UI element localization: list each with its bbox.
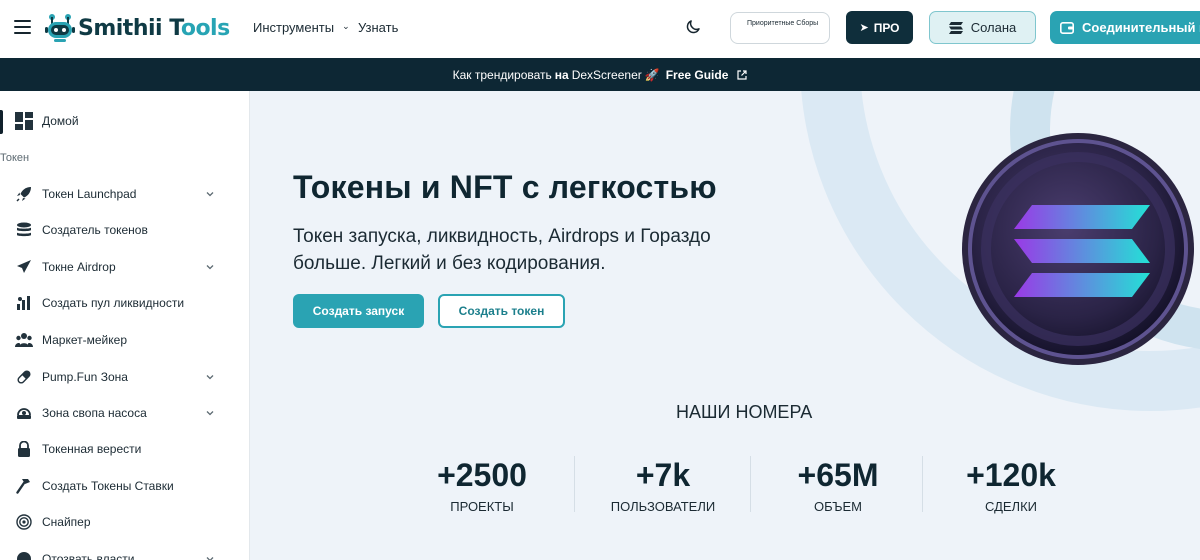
sidebar-item-label: Pump.Fun Зона [42,370,128,384]
dashboard-icon [14,111,34,131]
sidebar-item-label: Домой [42,114,79,128]
hammer-icon [14,476,34,496]
network-button[interactable]: Солана [929,11,1036,44]
promo-banner[interactable]: Как трендировать на DexScreener 🚀 Free G… [0,58,1200,91]
sidebar-item-revoke[interactable]: Отозвать власти [0,544,249,560]
sidebar-item-airdrop[interactable]: Токне Airdrop [0,252,249,282]
users-icon [14,330,34,350]
lock-icon [14,439,34,459]
chevron-down-icon [206,192,214,197]
sidebar-item-sniper[interactable]: Снайпер [0,507,249,537]
nav-tools-label: Инструменты [253,20,335,35]
pill-icon [14,367,34,387]
logo[interactable]: Smithii Tools [44,12,230,44]
sidebar-item-liquidity-pool[interactable]: Создать пул ликвидности [0,288,249,318]
priority-fees-button[interactable]: Приоритетные Сборы [730,12,830,44]
sidebar: Домой Токен Токен Launchpad Создатель то… [0,91,250,560]
banner-guide: Free Guide [665,67,729,82]
solana-coin-illustration [962,133,1194,365]
stat-value: +7k [635,457,691,493]
connect-wallet-label: Соединительный кошелек [1082,20,1200,35]
chevron-down-icon [206,375,214,380]
top-header: Smithii Tools Инструменты ⌄ Узнать Приор… [0,0,1200,58]
sidebar-item-label: Отозвать власти [42,552,135,560]
create-token-button[interactable]: Создать токен [438,294,565,328]
sidebar-item-launchpad[interactable]: Токен Launchpad [0,179,249,209]
chevron-down-icon [206,265,214,270]
sidebar-item-label: Зона свопа насоса [42,406,147,420]
stat-value: +120k [966,457,1056,493]
pro-label: ПРО [873,20,900,35]
stats-title: НАШИ НОМЕРА [676,402,813,422]
stat-label: ОБЪЕМ [813,499,862,514]
sidebar-item-pumpfun[interactable]: Pump.Fun Зона [0,362,249,392]
sidebar-item-label: Снайпер [42,515,91,529]
sidebar-item-label: Создать Токены Ставки [42,479,174,493]
sidebar-item-label: Токенная верести [42,442,142,456]
hero-subtitle: Токен запуска, ликвидность, Airdrops и Г… [293,226,711,274]
chevron-down-icon [206,411,214,416]
sidebar-item-label: Токен Launchpad [42,187,137,201]
menu-icon[interactable] [14,20,31,34]
sidebar-item-staking[interactable]: Создать Токены Ставки [0,471,249,501]
nav-learn-label: Узнать [358,20,399,35]
nav-learn[interactable]: Узнать [358,20,398,35]
solana-icon [948,21,963,34]
revoke-icon [14,549,34,560]
pro-button[interactable]: ➤ ПРО [846,11,913,44]
create-launch-button[interactable]: Создать запуск [293,294,424,328]
chevron-down-icon [206,557,214,560]
hero-title: Токены и NFT с легкостью [293,169,717,205]
stat-trades: +120k СДЕЛКИ [926,457,1096,514]
stat-label: ПРОЕКТЫ [450,499,514,514]
chevron-down-icon: ⌄ [342,21,350,31]
banner-name: DexScreener [571,67,642,82]
stat-value: +65M [797,457,879,493]
swap-zone-icon [14,403,34,423]
coins-stack-icon [14,220,34,240]
paper-plane-icon [14,257,34,277]
sidebar-item-home[interactable]: Домой [0,106,249,136]
stat-label: ПОЛЬЗОВАТЕЛИ [610,499,716,514]
stat-users: +7k ПОЛЬЗОВАТЕЛИ [578,457,748,514]
banner-on: на [554,67,569,82]
sidebar-item-label: Маркет-мейкер [42,333,127,347]
rocket-icon: 🚀 [644,67,660,82]
sidebar-item-market-maker[interactable]: Маркет-мейкер [0,325,249,355]
network-label: Солана [970,20,1017,35]
sidebar-item-pump-swap[interactable]: Зона свопа насоса [0,398,249,428]
stat-volume: +65M ОБЪЕМ [753,457,923,514]
bar-chart-icon [14,293,34,313]
rocket-icon [14,184,34,204]
sidebar-item-token-creator[interactable]: Создатель токенов [0,215,249,245]
banner-prefix: Как трендировать [452,67,552,82]
moon-icon[interactable] [684,18,702,36]
stat-divider [922,456,923,512]
logo-text: Smithii Tools [78,15,230,41]
stat-divider [574,456,575,512]
main-content: Токены и NFT с легкостью Токен запуска, … [250,91,1200,560]
target-icon [14,512,34,532]
stat-value: +2500 [437,457,527,493]
sidebar-item-token-vesting[interactable]: Токенная верести [0,434,249,464]
wallet-icon [1060,21,1074,34]
sidebar-item-label: Создать пул ликвидности [42,296,185,310]
nav-tools[interactable]: Инструменты ⌄ [253,20,350,35]
external-link-icon [737,69,747,80]
rocket-icon: ➤ [859,22,869,34]
sidebar-item-label: Токне Airdrop [42,260,116,274]
stat-divider [750,456,751,512]
connect-wallet-button[interactable]: Соединительный кошелек [1050,11,1200,44]
stat-projects: +2500 ПРОЕКТЫ [397,457,567,514]
sidebar-section-token: Токен [0,152,30,164]
robot-logo-icon [45,14,75,42]
stat-label: СДЕЛКИ [984,499,1038,514]
sidebar-item-label: Создатель токенов [42,223,148,237]
